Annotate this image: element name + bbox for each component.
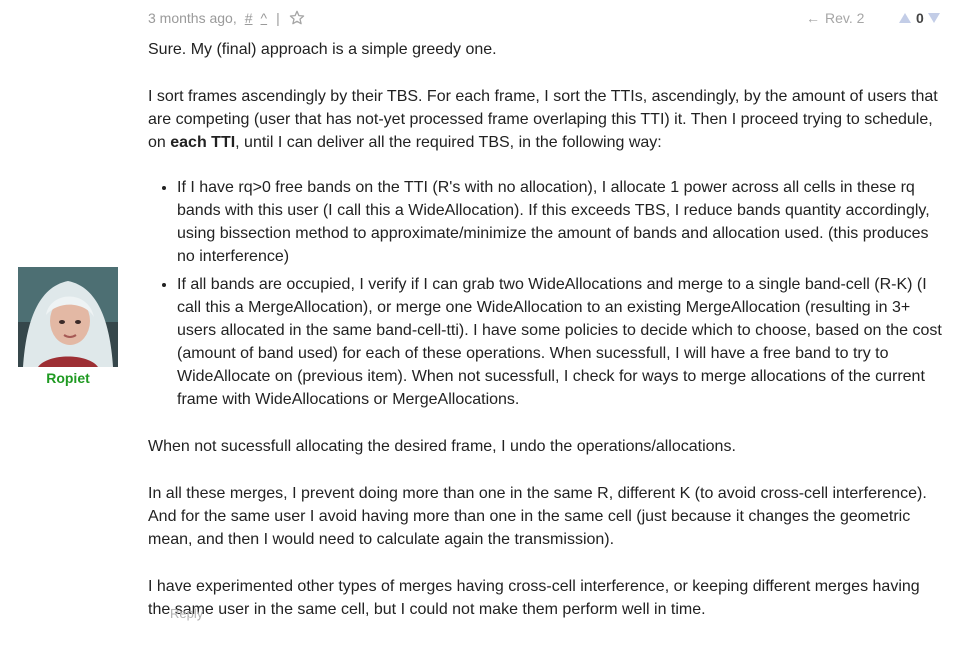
downvote-icon[interactable]: [927, 12, 941, 24]
favorite-star-icon[interactable]: [289, 10, 305, 26]
paragraph-approach-tail: , until I can deliver all the required T…: [235, 134, 662, 151]
paragraph-merges: In all these merges, I prevent doing mor…: [148, 485, 927, 548]
revision-link[interactable]: ← Rev. 2: [806, 8, 864, 28]
comment-meta: 3 months ago, # ^ |: [148, 8, 305, 28]
author-username[interactable]: Ropiet: [18, 370, 118, 386]
approach-steps-list: If I have rq>0 free bands on the TTI (R'…: [148, 176, 944, 411]
vote-score: 0: [916, 10, 924, 26]
list-item: If I have rq>0 free bands on the TTI (R'…: [177, 176, 944, 268]
comment-time: 3 months ago,: [148, 10, 237, 26]
paragraph-experiments: I have experimented other types of merge…: [148, 578, 920, 618]
reply-link[interactable]: Reply: [170, 606, 203, 621]
permalink-link[interactable]: #: [245, 10, 253, 26]
comment-body: Sure. My (final) approach is a simple gr…: [148, 38, 944, 645]
avatar[interactable]: [18, 267, 118, 367]
vote-box: 0: [898, 9, 941, 27]
paragraph-approach-bold: each TTI: [170, 134, 236, 151]
upvote-icon[interactable]: [898, 12, 912, 24]
paragraph-undo: When not sucessfull allocating the desir…: [148, 438, 736, 455]
meta-separator: |: [276, 10, 280, 26]
parent-link[interactable]: ^: [261, 10, 268, 26]
paragraph-intro: Sure. My (final) approach is a simple gr…: [148, 41, 497, 58]
paragraph-approach: I sort frames ascendingly by their TBS. …: [148, 85, 944, 154]
back-arrow-icon: ←: [806, 10, 820, 26]
revision-label: Rev. 2: [825, 10, 865, 26]
list-item: If all bands are occupied, I verify if I…: [177, 273, 944, 411]
